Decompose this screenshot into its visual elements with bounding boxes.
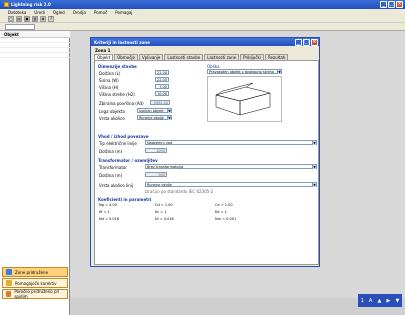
maximize-button[interactable]: □: [388, 1, 395, 8]
line-type-label: Tip električne linije: [99, 141, 137, 146]
line-env-select[interactable]: Ruralno okolje ▼: [145, 182, 317, 187]
trafo-length-label: Dolžina (m): [99, 173, 123, 178]
dialog-maximize-button[interactable]: □: [303, 39, 310, 46]
dialog-title: Kriteriji in lastnosti zone: [94, 39, 150, 45]
sidebar: Objekt Zone pridružene Pomagajoče korekt…: [0, 31, 70, 315]
location-label: Lega objekta: [99, 109, 125, 114]
tray-item[interactable]: ▶: [387, 298, 391, 304]
fact-value: Kd = 1: [215, 210, 227, 214]
line-env-label: Vrsta okolice linij: [99, 183, 133, 188]
dialog-close-button[interactable]: ×: [311, 39, 318, 46]
chevron-down-icon: ▼: [312, 165, 316, 169]
dialog-minimize-button[interactable]: _: [295, 39, 302, 46]
tray-item[interactable]: ▲: [378, 298, 382, 304]
length-field[interactable]: 22.00: [155, 70, 169, 75]
preview-icon[interactable]: ◈: [40, 15, 46, 22]
roof-height-label: Višina strehe (H2): [99, 92, 135, 97]
environment-label: Vrsta okolice: [99, 116, 125, 121]
nav-zones[interactable]: Zone pridružene: [2, 267, 68, 277]
line-length-field: 1000: [145, 148, 167, 153]
minimize-button[interactable]: _: [380, 1, 387, 8]
fact-value: Ce = 1.00: [215, 203, 233, 207]
tray-item[interactable]: ▼: [396, 298, 400, 304]
toolbar-secondary: [0, 23, 405, 31]
lines-section-title: Vhod / izhod povezave: [98, 134, 149, 139]
fact-value: Nm = 0.001: [215, 217, 237, 221]
app-icon: [4, 2, 9, 7]
save-icon[interactable]: ▣: [24, 15, 30, 22]
standard-note: Izračun po standardu IEC 62305-2: [145, 189, 214, 194]
app-titlebar: Lightning risk 2.0 _ □ ×: [0, 0, 405, 9]
building-sketch-icon: [215, 82, 271, 116]
zones-icon: [6, 269, 12, 275]
list-item[interactable]: [0, 53, 70, 58]
roof-height-field[interactable]: 10.00: [155, 91, 169, 96]
toolbar: ◻ ▤ ▣ ▥ ◈?: [0, 15, 405, 23]
location-select[interactable]: Izoliran objekt ▼: [137, 108, 172, 113]
corrections-icon: [6, 280, 12, 286]
zone-label: Zona 1: [95, 48, 111, 53]
fact-value: Cd = 1.00: [155, 203, 173, 207]
menu-edit[interactable]: Uredi: [34, 10, 45, 15]
chevron-down-icon: ▼: [277, 70, 281, 74]
environment-select[interactable]: Ruralno okolje ▼: [137, 115, 172, 120]
chevron-down-icon: ▼: [167, 116, 171, 120]
print-icon[interactable]: ▥: [32, 15, 38, 22]
zone-dialog: Kriteriji in lastnosti zone _ □ × Zona 1 O…: [90, 37, 320, 267]
fact-value: Ng = 4.00: [99, 203, 117, 207]
tray-item[interactable]: 1: [361, 298, 364, 304]
risk-section-title: Koeficienti in parametri: [98, 197, 152, 202]
menu-extra[interactable]: Pomagaj: [115, 10, 132, 15]
trafo-select[interactable]: Brez transformatorja ▼: [145, 164, 317, 169]
fact-value: Nd = 0.016: [99, 217, 120, 221]
grid-section-title: Transformator / ozemljitev: [98, 158, 158, 163]
line-length-label: Dolžina (m): [99, 149, 123, 154]
tab-panel: Dimenzije stavbe Dolžina (L) 22.00 Širina…: [94, 60, 319, 265]
building-diagram: [207, 76, 282, 122]
width-field[interactable]: 22.00: [155, 77, 169, 82]
width-label: Širina (W): [99, 78, 119, 83]
menu-tools[interactable]: Orodja: [73, 10, 86, 15]
tray-item[interactable]: A: [369, 298, 372, 304]
dialog-titlebar: Kriteriji in lastnosti zone _ □ ×: [91, 38, 319, 46]
area-label: Zbiralna površina (Ad): [99, 101, 144, 106]
trafo-length-field: 500: [145, 172, 167, 177]
app-title: Lightning risk 2.0: [11, 2, 51, 7]
area-field: 3952.44: [150, 100, 170, 105]
chevron-down-icon: ▼: [312, 183, 316, 187]
fact-value: Kf = 1: [99, 210, 110, 214]
nav-corrections[interactable]: Pomagajoče korektiv: [2, 278, 68, 288]
report-icon: [6, 291, 12, 297]
help-icon[interactable]: ?: [48, 15, 54, 22]
close-button[interactable]: ×: [396, 1, 403, 8]
sidebar-header: Objekt: [0, 31, 70, 38]
shape-select[interactable]: Pravokoten objekt z dvokapno streho ▼: [207, 69, 282, 74]
chevron-down-icon: ▼: [312, 141, 316, 145]
dims-section-title: Dimenzije stavbe: [98, 64, 137, 69]
object-selector[interactable]: [5, 24, 35, 30]
chevron-down-icon: ▼: [167, 109, 171, 113]
menu-help[interactable]: Pomoč: [94, 10, 107, 15]
nav-report[interactable]: Poročilo pridruženo pri spidim: [2, 289, 68, 299]
status-area: [70, 298, 405, 315]
menu-view[interactable]: Ogled: [53, 10, 65, 15]
system-tray: 1 A ▲ ▶ ▼: [358, 294, 402, 307]
height-field[interactable]: 7.00: [155, 84, 169, 89]
open-icon[interactable]: ▤: [16, 15, 22, 22]
height-label: Višina (H): [99, 85, 119, 90]
trafo-label: Transformator: [99, 165, 128, 170]
fact-value: Kc = 1: [155, 210, 167, 214]
line-type-select[interactable]: Nadzemni vod ▼: [145, 140, 317, 145]
menu-file[interactable]: Datoteka: [8, 10, 26, 15]
fact-value: Nl = 0.016: [155, 217, 174, 221]
new-icon[interactable]: ◻: [8, 15, 14, 22]
length-label: Dolžina (L): [99, 71, 121, 76]
